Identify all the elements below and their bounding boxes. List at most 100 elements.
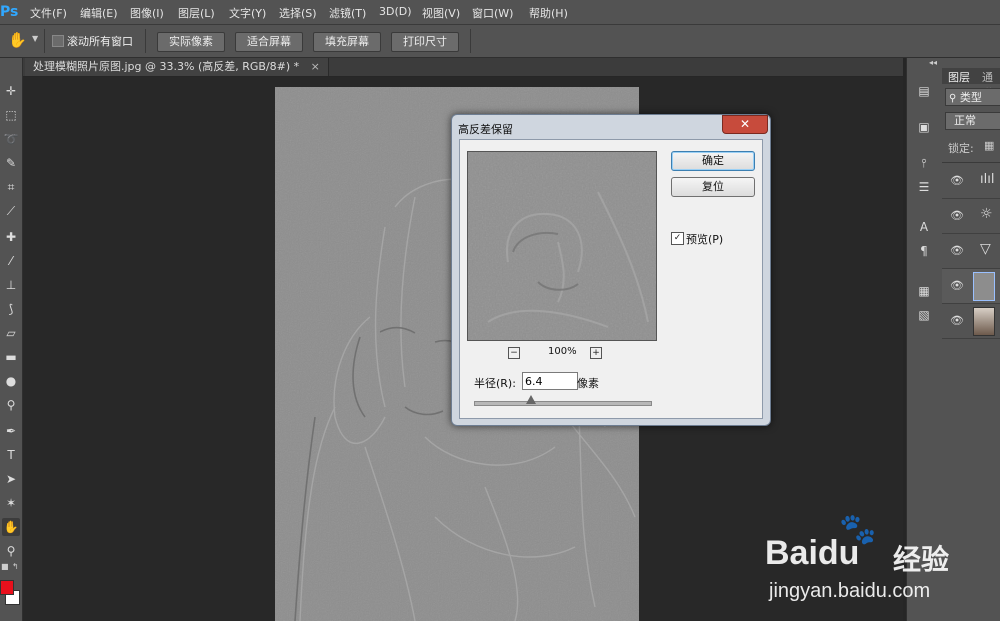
close-icon[interactable]: ✕	[722, 115, 768, 134]
fill-screen-button[interactable]: 填充屏幕	[313, 32, 381, 52]
menu-select[interactable]: 选择(S)	[279, 5, 317, 21]
path-select-tool-icon[interactable]: ➤	[2, 470, 20, 488]
visibility-eye-icon[interactable]: 👁	[950, 314, 964, 327]
healing-brush-tool-icon[interactable]: ✚	[2, 228, 20, 246]
shape-tool-icon[interactable]: ✶	[2, 494, 20, 512]
radius-input[interactable]	[522, 372, 578, 390]
layer-row-levels[interactable]: 👁 ılıl	[942, 164, 1000, 199]
options-bar: ✋ ▼ 滚动所有窗口 实际像素 适合屏幕 填充屏幕 打印尺寸	[0, 25, 1000, 58]
menu-image[interactable]: 图像(I)	[130, 5, 164, 21]
dialog-body: − 100% + 确定 复位 ✓ 预览(P) 半径(R): 像素	[459, 139, 763, 419]
lock-transparency-icon[interactable]: ▦	[984, 139, 994, 152]
menu-view[interactable]: 视图(V)	[422, 5, 460, 21]
menu-help[interactable]: 帮助(H)	[529, 5, 568, 21]
layer-row-background[interactable]: 👁	[942, 304, 1000, 339]
swap-colors-icon[interactable]: ↰	[12, 562, 19, 571]
baidu-jingyan-watermark: 🐾 Baidu 经验 jingyan.baidu.com	[765, 512, 995, 612]
visibility-eye-icon[interactable]: 👁	[950, 174, 964, 187]
print-size-button[interactable]: 打印尺寸	[391, 32, 459, 52]
close-tab-icon[interactable]: ×	[311, 60, 320, 73]
eyedropper-tool-icon[interactable]: ⟋	[2, 202, 20, 220]
zoom-tool-icon[interactable]: ⚲	[2, 542, 20, 560]
layer-thumbnail	[973, 307, 995, 336]
scroll-all-checkbox[interactable]	[52, 35, 64, 47]
watermark-url: jingyan.baidu.com	[769, 580, 931, 602]
pen-tool-icon[interactable]: ✒	[2, 422, 20, 440]
lasso-tool-icon[interactable]: ➰	[2, 130, 20, 148]
zoom-out-button[interactable]: −	[508, 347, 520, 359]
dialog-title: 高反差保留	[458, 123, 513, 136]
default-colors-icon[interactable]: ■	[1, 562, 9, 571]
photoshop-logo: Ps	[0, 4, 19, 20]
gradient-adjustment-icon: ▽	[980, 241, 991, 257]
blend-mode-select[interactable]: 正常	[945, 112, 1000, 130]
brightness-adjustment-icon: ☼	[980, 206, 993, 222]
menu-window[interactable]: 窗口(W)	[472, 5, 513, 21]
layer-thumbnail	[973, 272, 995, 301]
preview-checkbox[interactable]: ✓	[671, 232, 684, 245]
hand-tool-icon[interactable]: ✋	[8, 31, 27, 49]
blend-mode-value: 正常	[954, 114, 976, 127]
menu-type[interactable]: 文字(Y)	[229, 5, 266, 21]
foreground-color-swatch[interactable]	[0, 580, 14, 595]
character-panel-icon[interactable]: A	[915, 218, 933, 236]
preview-label: 预览(P)	[686, 233, 724, 246]
document-tab[interactable]: 处理模糊照片原图.jpg @ 33.3% (高反差, RGB/8#) * ×	[25, 58, 329, 76]
hand-tool-icon[interactable]: ✋	[2, 518, 20, 536]
tools-panel: ✛ ⬚ ➰ ✎ ⌗ ⟋ ✚ ⁄ ⊥ ⟆ ▱ ▬ ● ⚲ ✒ T ➤ ✶ ✋ ⚲ …	[0, 58, 23, 621]
visibility-eye-icon[interactable]: 👁	[950, 244, 964, 257]
move-tool-icon[interactable]: ✛	[2, 82, 20, 100]
blur-tool-icon[interactable]: ●	[2, 372, 20, 390]
filter-preview[interactable]	[467, 151, 657, 341]
separator	[470, 29, 471, 53]
brush-tool-icon[interactable]: ⁄	[2, 252, 20, 270]
reset-button[interactable]: 复位	[671, 177, 755, 197]
tab-layers[interactable]: 图层	[948, 69, 970, 85]
preview-image	[468, 152, 656, 340]
radius-slider-thumb[interactable]	[525, 395, 536, 404]
dodge-tool-icon[interactable]: ⚲	[2, 396, 20, 414]
crop-tool-icon[interactable]: ⌗	[2, 178, 20, 196]
layer-filter-select[interactable]: ⚲ 类型	[945, 88, 1000, 106]
history-panel-icon[interactable]: ▤	[915, 82, 933, 100]
visibility-eye-icon[interactable]: 👁	[950, 279, 964, 292]
zoom-level: 100%	[548, 346, 577, 357]
high-pass-dialog: 高反差保留 ✕ − 100% + 确定 复位 ✓ 预览(P) 半径(R): 6.…	[451, 114, 771, 426]
notes-panel-icon[interactable]: ▧	[915, 306, 933, 324]
menu-filter[interactable]: 滤镜(T)	[329, 5, 366, 21]
actual-pixels-button[interactable]: 实际像素	[157, 32, 225, 52]
fit-screen-button[interactable]: 适合屏幕	[235, 32, 303, 52]
properties-panel-icon[interactable]: ▣	[915, 118, 933, 136]
type-tool-icon[interactable]: T	[2, 446, 20, 464]
clone-stamp-tool-icon[interactable]: ⊥	[2, 276, 20, 294]
lock-label: 锁定:	[948, 142, 974, 155]
brush-presets-icon[interactable]: ☰	[915, 178, 933, 196]
layer-row-high-pass[interactable]: 👁	[942, 269, 1000, 304]
brand-wordmark: Baidu	[765, 534, 860, 572]
menu-3d[interactable]: 3D(D)	[379, 5, 412, 18]
menu-bar: Ps 文件(F) 编辑(E) 图像(I) 图层(L) 文字(Y) 选择(S) 滤…	[0, 0, 1000, 25]
layer-row-brightness[interactable]: 👁 ☼	[942, 199, 1000, 234]
zoom-in-button[interactable]: +	[590, 347, 602, 359]
history-brush-tool-icon[interactable]: ⟆	[2, 300, 20, 318]
radius-slider-track[interactable]	[474, 401, 652, 406]
eraser-tool-icon[interactable]: ▱	[2, 324, 20, 342]
levels-adjustment-icon: ılıl	[980, 172, 995, 187]
quick-select-tool-icon[interactable]: ✎	[2, 154, 20, 172]
collapse-panels-icon[interactable]: ◂◂	[929, 58, 937, 67]
layer-row-gradient-map[interactable]: 👁 ▽	[942, 234, 1000, 269]
gradient-tool-icon[interactable]: ▬	[2, 348, 20, 366]
marquee-tool-icon[interactable]: ⬚	[2, 106, 20, 124]
menu-edit[interactable]: 编辑(E)	[80, 5, 118, 21]
paragraph-panel-icon[interactable]: ¶	[915, 242, 933, 260]
unit-label: 像素	[577, 377, 599, 390]
menu-layer[interactable]: 图层(L)	[178, 5, 215, 21]
visibility-eye-icon[interactable]: 👁	[950, 209, 964, 222]
info-panel-icon[interactable]: ▦	[915, 282, 933, 300]
separator	[145, 29, 146, 53]
radius-label: 半径(R):	[474, 377, 516, 390]
brush-panel-icon[interactable]: ⫯	[915, 154, 933, 172]
ok-button[interactable]: 确定	[671, 151, 755, 171]
menu-file[interactable]: 文件(F)	[30, 5, 67, 21]
tool-preset-chevron-icon[interactable]: ▼	[32, 34, 38, 43]
